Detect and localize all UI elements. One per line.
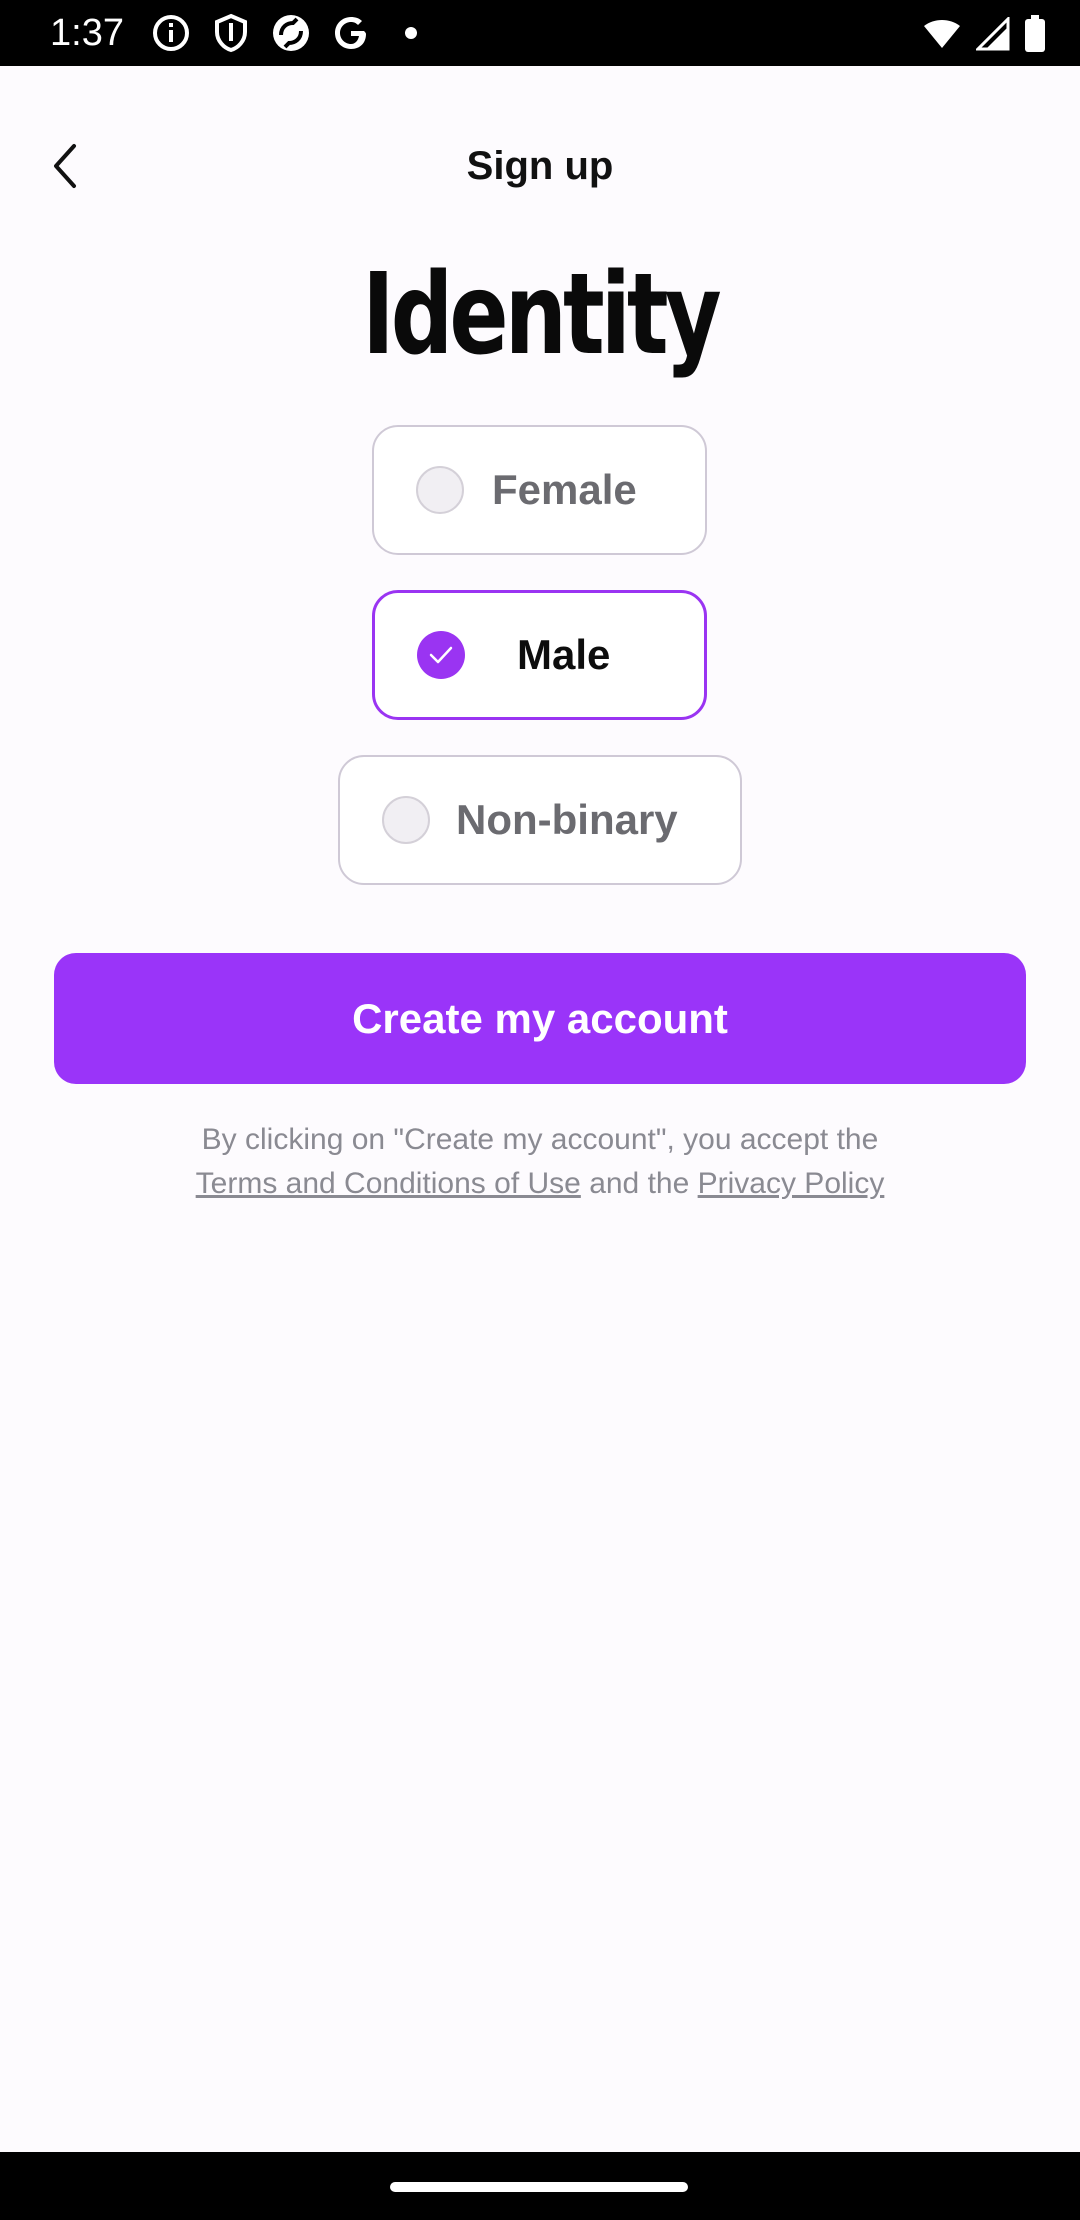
google-icon <box>330 12 372 54</box>
legal-notice: By clicking on "Create my account", you … <box>60 1118 1020 1206</box>
option-label: Male <box>517 631 611 678</box>
page-title: Identity <box>362 250 722 380</box>
navigation-bar <box>0 2152 1080 2220</box>
sync-icon <box>270 12 312 54</box>
page-header-title: Sign up <box>466 144 614 188</box>
status-system-icons <box>908 14 1046 54</box>
privacy-link[interactable]: Privacy Policy <box>698 1167 885 1200</box>
status-bar: 1:37 <box>0 0 1080 66</box>
legal-prefix: By clicking on "Create my account", you … <box>201 1123 879 1156</box>
option-female[interactable]: Female <box>372 425 707 555</box>
info-icon <box>150 12 192 54</box>
status-notification-icons <box>150 12 450 54</box>
radio-unchecked-icon <box>416 466 464 514</box>
app-header: Sign up <box>0 66 1080 262</box>
signal-icon <box>976 17 1010 51</box>
legal-middle: and the <box>589 1167 690 1200</box>
home-indicator[interactable] <box>390 2182 688 2192</box>
terms-link[interactable]: Terms and Conditions of Use <box>196 1167 581 1200</box>
radio-unchecked-icon <box>382 796 430 844</box>
shield-icon <box>210 12 252 54</box>
option-label: Female <box>492 466 637 513</box>
dot-icon <box>390 12 432 54</box>
status-time: 1:37 <box>50 12 124 54</box>
radio-checked-icon <box>417 631 465 679</box>
option-label: Non-binary <box>456 796 678 843</box>
create-account-button[interactable]: Create my account <box>54 953 1026 1084</box>
option-non-binary[interactable]: Non-binary <box>338 755 742 885</box>
battery-icon <box>1024 15 1046 53</box>
wifi-icon <box>922 18 962 50</box>
option-male[interactable]: Male <box>372 590 707 720</box>
